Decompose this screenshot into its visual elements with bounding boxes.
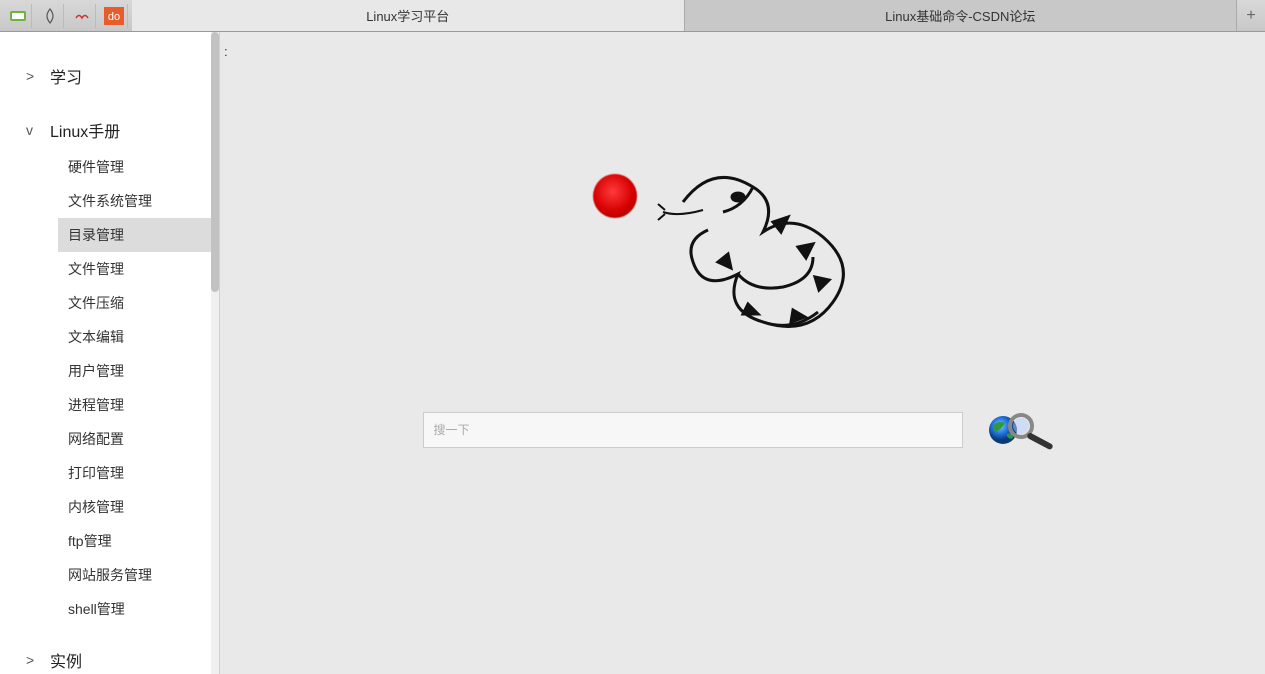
nav-item-print[interactable]: 打印管理 — [58, 456, 215, 490]
svg-text:do: do — [107, 11, 119, 23]
toolbar-icon-3[interactable] — [68, 4, 96, 28]
nav-item-file[interactable]: 文件管理 — [58, 252, 215, 286]
nav-label-study: 学习 — [50, 64, 82, 88]
nav-item-website[interactable]: 网站服务管理 — [58, 558, 215, 592]
nav-item-filesystem[interactable]: 文件系统管理 — [58, 184, 215, 218]
nav-item-shell[interactable]: shell管理 — [58, 592, 215, 626]
chevron-down-icon: v — [26, 122, 42, 138]
search-row — [220, 408, 1265, 452]
tab-active-label: Linux学习平台 — [366, 6, 449, 25]
sidebar-scrollbar-track[interactable] — [211, 32, 219, 674]
tab-bar: do Linux学习平台 Linux基础命令-CSDN论坛 + — [0, 0, 1265, 32]
nav-section-examples: > 实例 — [0, 640, 219, 674]
nav-item-textedit[interactable]: 文本编辑 — [58, 320, 215, 354]
tab-active[interactable]: Linux学习平台 — [132, 0, 685, 31]
logo-image — [593, 162, 893, 352]
nav-header-manual[interactable]: v Linux手册 — [0, 110, 219, 150]
toolbar-icon-1[interactable] — [4, 4, 32, 28]
snake-icon — [643, 162, 893, 352]
nav-header-examples[interactable]: > 实例 — [0, 640, 219, 674]
red-circle-icon — [593, 174, 637, 218]
nav-section-manual: v Linux手册 硬件管理 文件系统管理 目录管理 文件管理 文件压缩 文本编… — [0, 110, 219, 626]
toolbar-icon-do[interactable]: do — [100, 4, 128, 28]
nav-label-manual: Linux手册 — [50, 118, 120, 142]
tab-add-button[interactable]: + — [1237, 0, 1265, 31]
toolbar-icons: do — [0, 0, 132, 31]
tab-inactive-label: Linux基础命令-CSDN论坛 — [885, 6, 1035, 25]
sidebar: > 学习 v Linux手册 硬件管理 文件系统管理 目录管理 文件管理 文件压… — [0, 32, 220, 674]
nav-item-compress[interactable]: 文件压缩 — [58, 286, 215, 320]
tab-inactive[interactable]: Linux基础命令-CSDN论坛 — [685, 0, 1238, 31]
nav-item-kernel[interactable]: 内核管理 — [58, 490, 215, 524]
chevron-right-icon: > — [26, 652, 42, 668]
nav-item-ftp[interactable]: ftp管理 — [58, 524, 215, 558]
search-button[interactable] — [983, 408, 1063, 452]
sidebar-scrollbar-thumb[interactable] — [211, 32, 219, 292]
nav-item-user[interactable]: 用户管理 — [58, 354, 215, 388]
nav-item-hardware[interactable]: 硬件管理 — [58, 150, 215, 184]
toolbar-icon-2[interactable] — [36, 4, 64, 28]
nav-header-study[interactable]: > 学习 — [0, 56, 219, 96]
chevron-right-icon: > — [26, 68, 42, 84]
nav-section-study: > 学习 — [0, 56, 219, 96]
search-globe-icon — [983, 408, 1063, 452]
nav-items-manual: 硬件管理 文件系统管理 目录管理 文件管理 文件压缩 文本编辑 用户管理 进程管… — [0, 150, 219, 626]
search-input[interactable] — [423, 412, 963, 448]
nav-item-directory[interactable]: 目录管理 — [58, 218, 215, 252]
content-area: : — [220, 32, 1265, 674]
stray-colon-text: : — [224, 44, 228, 59]
nav-label-examples: 实例 — [50, 648, 82, 672]
nav-item-network[interactable]: 网络配置 — [58, 422, 215, 456]
nav-item-process[interactable]: 进程管理 — [58, 388, 215, 422]
